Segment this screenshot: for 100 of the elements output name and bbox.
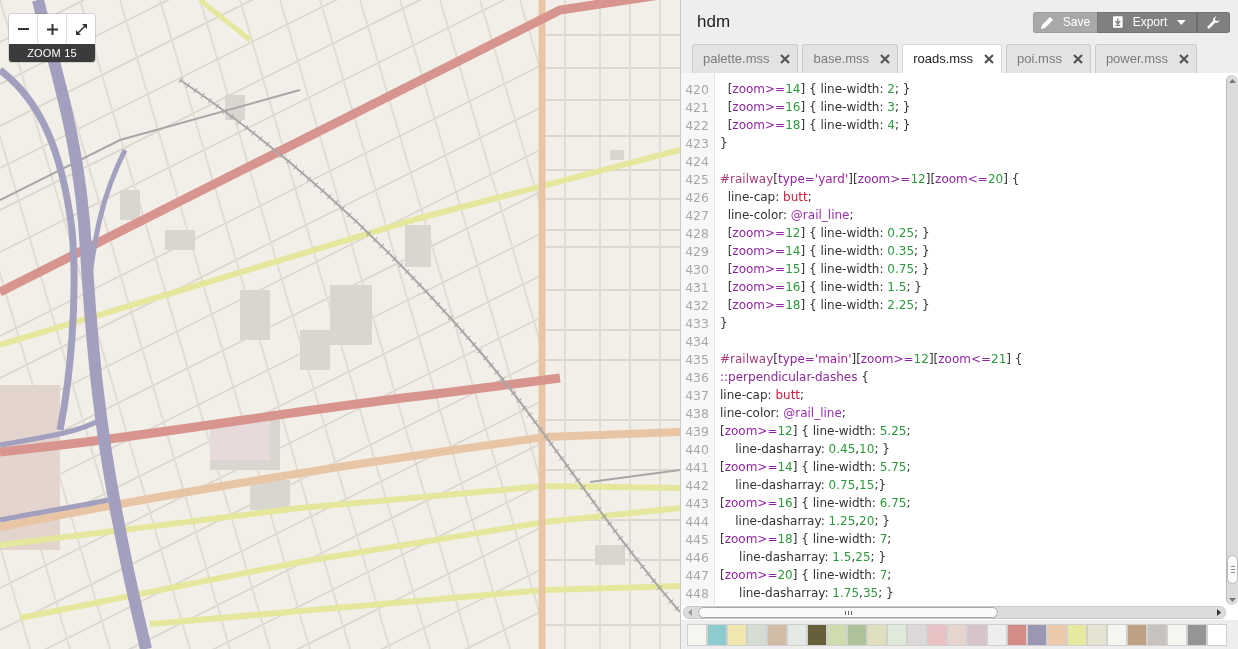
color-swatch[interactable] — [1047, 624, 1067, 646]
line-number: 430 — [684, 261, 710, 277]
color-swatch[interactable] — [1187, 624, 1207, 646]
code-line: } — [720, 136, 728, 150]
code-line: [zoom>=14] { line-width: 5.75; — [720, 460, 911, 474]
file-tab[interactable]: roads.mss — [902, 44, 1003, 73]
line-number: 421 — [684, 99, 710, 115]
color-swatch[interactable] — [1107, 624, 1127, 646]
file-tab[interactable]: poi.mss — [1006, 44, 1091, 73]
settings-button[interactable] — [1197, 11, 1230, 33]
line-number: 428 — [684, 225, 710, 241]
color-swatch[interactable] — [1127, 624, 1147, 646]
color-swatch[interactable] — [887, 624, 907, 646]
file-tab[interactable]: power.mss — [1094, 44, 1198, 73]
color-swatch[interactable] — [827, 624, 847, 646]
code-line: [zoom>=16] { line-width: 6.75; — [720, 496, 911, 510]
scrollbar-thumb[interactable] — [698, 607, 998, 618]
code-line: [zoom>=18] { line-width: 7; — [720, 532, 892, 546]
line-number: 423 — [684, 135, 710, 151]
color-swatch[interactable] — [707, 624, 727, 646]
line-number: 440 — [684, 441, 710, 457]
code-line: [zoom>=14] { line-width: 0.35; } — [726, 244, 930, 258]
scroll-up-icon[interactable] — [1229, 79, 1236, 83]
close-icon[interactable] — [780, 53, 791, 64]
code-line: [zoom>=15] { line-width: 0.75; } — [726, 262, 930, 276]
minus-icon — [17, 28, 29, 30]
color-swatch[interactable] — [967, 624, 987, 646]
color-swatch[interactable] — [787, 624, 807, 646]
color-swatch[interactable] — [767, 624, 787, 646]
code-line: [zoom>=12] { line-width: 5.25; — [720, 424, 911, 438]
plus-icon — [46, 23, 58, 35]
color-swatch[interactable] — [1147, 624, 1167, 646]
color-swatch[interactable] — [987, 624, 1007, 646]
line-number: 437 — [684, 387, 710, 403]
line-number: 439 — [684, 423, 710, 439]
line-number: 444 — [684, 513, 710, 529]
zoom-level-label: ZOOM 15 — [9, 44, 95, 62]
pencil-icon — [1040, 15, 1054, 29]
code-line: [zoom>=16] { line-width: 3; } — [726, 100, 911, 114]
color-swatch[interactable] — [847, 624, 867, 646]
color-swatch[interactable] — [1167, 624, 1187, 646]
horizontal-scrollbar[interactable] — [683, 606, 1226, 619]
close-icon[interactable] — [1072, 53, 1083, 64]
file-tab[interactable]: base.mss — [802, 44, 899, 73]
color-swatch[interactable] — [1007, 624, 1027, 646]
color-swatch[interactable] — [1207, 624, 1227, 646]
code-line: line-color: @rail_line; — [726, 208, 854, 222]
zoom-out-button[interactable] — [9, 14, 38, 44]
project-title: hdm — [697, 12, 731, 32]
line-number: 441 — [684, 459, 710, 475]
close-icon[interactable] — [984, 53, 995, 64]
close-icon[interactable] — [1179, 53, 1190, 64]
code-line: line-color: @rail_line; — [720, 406, 846, 420]
scroll-left-icon[interactable] — [688, 609, 692, 616]
scroll-right-icon[interactable] — [1217, 609, 1221, 616]
caret-icon — [1177, 19, 1186, 25]
line-number: 438 — [684, 405, 710, 421]
color-swatch[interactable] — [907, 624, 927, 646]
close-icon[interactable] — [880, 53, 891, 64]
scroll-down-icon[interactable] — [1229, 598, 1236, 602]
code-line: line-dasharray: 1.5,25; } — [738, 550, 887, 564]
scrollbar-thumb[interactable] — [1227, 555, 1238, 584]
color-swatch[interactable] — [867, 624, 887, 646]
code-line: [zoom>=18] { line-width: 4; } — [726, 118, 911, 132]
code-line: [zoom>=16] { line-width: 1.5; } — [726, 280, 922, 294]
line-number: 436 — [684, 369, 710, 385]
color-swatch[interactable] — [927, 624, 947, 646]
color-swatch[interactable] — [1087, 624, 1107, 646]
line-number: 448 — [684, 585, 710, 601]
vertical-scrollbar[interactable] — [1226, 75, 1238, 605]
wrench-icon — [1207, 15, 1220, 29]
color-swatch[interactable] — [1067, 624, 1087, 646]
line-number: 425 — [684, 171, 710, 187]
color-swatch[interactable] — [727, 624, 747, 646]
line-number: 431 — [684, 279, 710, 295]
line-number: 433 — [684, 315, 710, 331]
code-line: [zoom>=14] { line-width: 2; } — [726, 82, 911, 96]
code-line: [zoom>=20] { line-width: 7; — [720, 568, 892, 582]
line-number: 447 — [684, 567, 710, 583]
line-number: 445 — [684, 531, 710, 547]
file-tab[interactable]: palette.mss — [692, 44, 799, 73]
line-number: 424 — [684, 153, 710, 169]
line-number: 435 — [684, 351, 710, 367]
color-swatch[interactable] — [687, 624, 707, 646]
code-line: [zoom>=12] { line-width: 0.25; } — [726, 226, 930, 240]
line-number: 442 — [684, 477, 710, 493]
color-swatch[interactable] — [1027, 624, 1047, 646]
expand-icon — [75, 23, 87, 35]
export-button[interactable]: Export — [1097, 11, 1197, 33]
line-number: 432 — [684, 297, 710, 313]
color-swatch[interactable] — [747, 624, 767, 646]
color-swatch[interactable] — [947, 624, 967, 646]
line-number: 427 — [684, 207, 710, 223]
color-swatch[interactable] — [807, 624, 827, 646]
code-line: } — [720, 316, 728, 330]
line-number: 420 — [684, 81, 710, 97]
code-line: ::perpendicular-dashes { — [720, 370, 869, 384]
code-line: line-dasharray: 1.75,35; } — [738, 586, 894, 600]
code-line: [zoom>=18] { line-width: 2.25; } — [726, 298, 930, 312]
line-number: 434 — [684, 333, 710, 349]
